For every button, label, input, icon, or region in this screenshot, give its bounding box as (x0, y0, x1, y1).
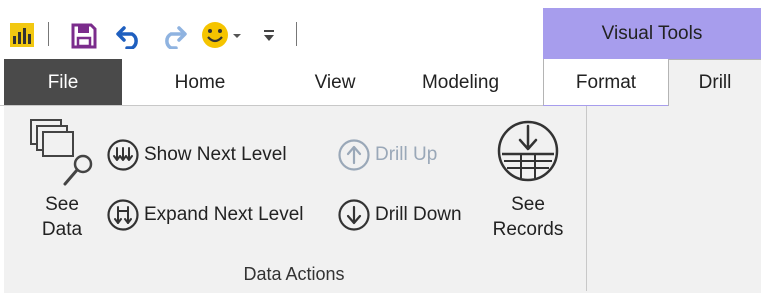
smiley-feedback-icon[interactable] (200, 20, 246, 50)
visual-tools-context-header: Visual Tools (543, 8, 761, 59)
tab-format-label: Format (575, 71, 637, 93)
drill-down-label: Drill Down (375, 204, 462, 225)
see-data-icon (25, 114, 99, 188)
tab-format[interactable]: Format (543, 59, 668, 106)
ribbon-group-separator (586, 106, 587, 291)
tab-view-label: View (314, 71, 356, 93)
see-data-label-line2: Data (41, 219, 83, 240)
expand-next-level-icon (106, 198, 140, 232)
customize-qat-icon[interactable] (260, 24, 278, 46)
tab-home-label: Home (174, 71, 226, 93)
context-header-label: Visual Tools (601, 22, 703, 44)
qat-separator (296, 22, 297, 46)
data-actions-group-label: Data Actions (243, 264, 345, 284)
redo-icon[interactable] (158, 22, 188, 50)
app-logo-icon[interactable] (9, 22, 35, 48)
save-icon[interactable] (70, 22, 98, 50)
see-data-label-line1: See (45, 194, 79, 215)
show-next-level-icon (106, 138, 140, 172)
show-next-level-label: Show Next Level (144, 144, 287, 165)
see-records-label-line1: See (511, 194, 545, 215)
see-data-button[interactable]: See Data (22, 114, 102, 242)
undo-icon[interactable] (115, 22, 145, 50)
expand-next-level-button[interactable]: Expand Next Level (106, 198, 304, 232)
see-records-button[interactable]: See Records (482, 118, 574, 242)
see-records-icon (495, 118, 561, 184)
drill-down-button[interactable]: Drill Down (337, 198, 462, 232)
see-records-label-line2: Records (492, 219, 564, 240)
show-next-level-button[interactable]: Show Next Level (106, 138, 287, 172)
drill-up-button[interactable]: Drill Up (337, 138, 437, 172)
drill-down-icon (337, 198, 371, 232)
tab-modeling-label: Modeling (421, 71, 500, 93)
tab-file-label: File (47, 71, 79, 93)
ribbon-panel: See Data Show Next Level Expand Next Lev… (4, 106, 761, 293)
tab-view[interactable]: View (290, 59, 380, 106)
tab-home[interactable]: Home (140, 59, 260, 106)
drill-up-icon (337, 138, 371, 172)
qat-separator (48, 22, 49, 46)
tab-drill[interactable]: Drill (668, 59, 761, 106)
expand-next-level-label: Expand Next Level (144, 204, 304, 225)
tab-drill-label: Drill (698, 72, 732, 93)
ribbon-tab-bar: File Home View Modeling Format Drill (0, 59, 761, 106)
tab-modeling[interactable]: Modeling (398, 59, 523, 106)
drill-up-label: Drill Up (375, 144, 438, 165)
tab-file[interactable]: File (4, 59, 122, 106)
